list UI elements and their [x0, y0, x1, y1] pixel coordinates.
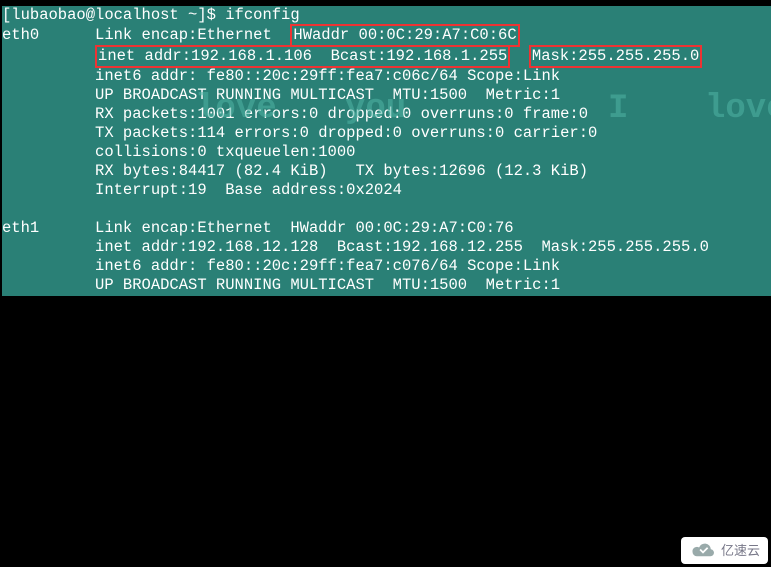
brand-badge: 亿速云: [681, 537, 768, 564]
eth0-bytes: RX bytes:84417 (82.4 KiB) TX bytes:12696…: [2, 162, 771, 181]
shell-prompt: [lubaobao@localhost ~]$: [2, 6, 225, 24]
eth0-rx-packets: RX packets:1001 errors:0 dropped:0 overr…: [2, 105, 771, 124]
blank-line: [2, 200, 771, 219]
eth0-line2: inet addr:192.168.1.106 Bcast:192.168.1.…: [2, 46, 771, 67]
terminal-output: [lubaobao@localhost ~]$ ifconfig eth0 Li…: [0, 0, 771, 296]
mask-highlight: Mask:255.255.255.0: [529, 45, 702, 68]
eth0-line1: eth0 Link encap:Ethernet HWaddr 00:0C:29…: [2, 25, 771, 46]
eth0-interrupt: Interrupt:19 Base address:0x2024: [2, 181, 771, 200]
eth1-inet: inet addr:192.168.12.128 Bcast:192.168.1…: [2, 238, 771, 257]
inet-addr-highlight: inet addr:192.168.1.106 Bcast:192.168.1.…: [95, 45, 510, 68]
eth1-inet6: inet6 addr: fe80::20c:29ff:fea7:c076/64 …: [2, 257, 771, 276]
eth0-collisions: collisions:0 txqueuelen:1000: [2, 143, 771, 162]
hwaddr-highlight: HWaddr 00:0C:29:A7:C0:6C: [290, 24, 519, 47]
terminal-green-region: [lubaobao@localhost ~]$ ifconfig eth0 Li…: [2, 6, 771, 296]
eth1-line1: eth1 Link encap:Ethernet HWaddr 00:0C:29…: [2, 219, 771, 238]
eth0-tx-packets: TX packets:114 errors:0 dropped:0 overru…: [2, 124, 771, 143]
prompt-line[interactable]: [lubaobao@localhost ~]$ ifconfig: [2, 6, 771, 25]
typed-command: ifconfig: [225, 6, 299, 24]
eth1-flags: UP BROADCAST RUNNING MULTICAST MTU:1500 …: [2, 276, 771, 295]
eth0-flags: UP BROADCAST RUNNING MULTICAST MTU:1500 …: [2, 86, 771, 105]
badge-label: 亿速云: [721, 541, 760, 560]
cloud-icon: [689, 542, 717, 560]
iface-name: eth1: [2, 219, 39, 237]
eth0-inet6: inet6 addr: fe80::20c:29ff:fea7:c06c/64 …: [2, 67, 771, 86]
iface-name: eth0: [2, 26, 39, 44]
